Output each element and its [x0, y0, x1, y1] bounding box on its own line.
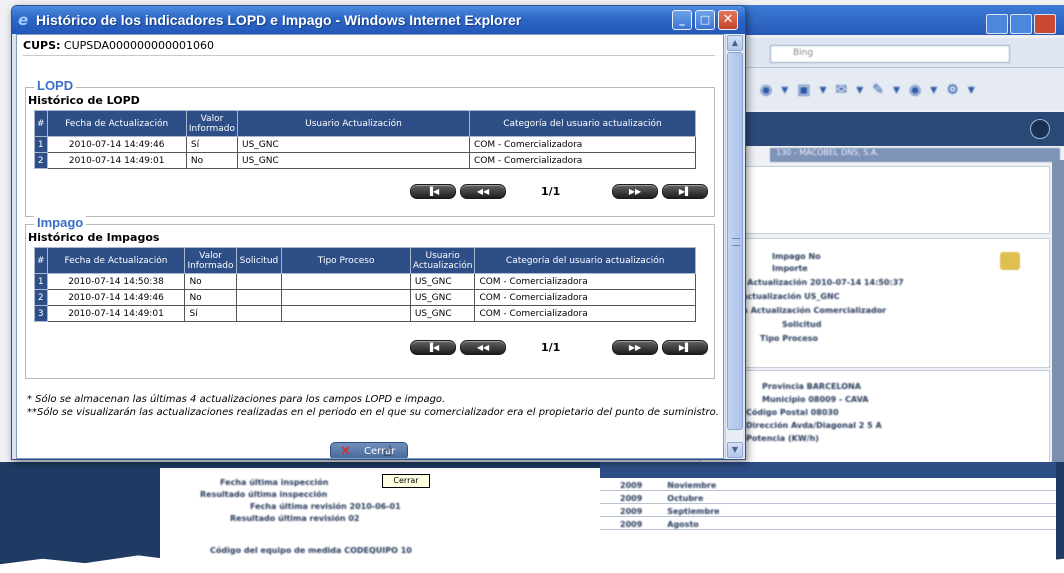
popup-window: e Histórico de los indicadores LOPD e Im…: [11, 5, 746, 460]
bg-label: Dirección Avda/Diagonal 2 5 A: [746, 421, 882, 430]
bg-label: Código del equipo de medida CODEQUIPO 10: [210, 546, 412, 555]
footnote-2: **Sólo se visualizarán las actualizacion…: [27, 407, 719, 418]
internet-explorer-icon: e: [18, 11, 29, 29]
bg-label: Fecha última inspección: [220, 478, 329, 487]
close-x-icon: ✕: [340, 444, 351, 459]
background-consumption-table: 2009 Noviembre 2009 Octubre 2009 Septiembre…: [600, 462, 1056, 573]
impago-table: # Fecha de Actualización Valor Informado…: [34, 247, 696, 322]
lopd-legend: LOPD: [34, 78, 77, 93]
column-header[interactable]: Fecha de Actualización: [46, 247, 186, 274]
page-indicator: 1/1: [541, 341, 561, 354]
column-header[interactable]: Tipo Proceso: [281, 247, 411, 274]
scroll-thumb[interactable]: [727, 52, 743, 430]
bg-label: Potencia (KW/h): [746, 434, 819, 443]
column-header[interactable]: Usuario Actualización: [236, 110, 470, 137]
lopd-section: LOPD Histórico de LOPD # Fecha de Actual…: [25, 78, 716, 217]
background-titlebar: [700, 5, 1064, 35]
bg-label: Código Postal 08030: [746, 408, 839, 417]
bg-label: Resultado última inspección: [200, 490, 328, 499]
bg-label: Tipo Proceso: [760, 334, 818, 343]
bg-maximize-button[interactable]: [1010, 14, 1032, 34]
command-bar-icons[interactable]: ◉▾▣▾✉▾✎▾◉▾⚙▾: [760, 82, 984, 98]
cups-value: CUPSDA000000000001060: [63, 39, 215, 52]
bg-close-button[interactable]: [1034, 14, 1056, 34]
bg-label: Solicitud: [782, 320, 822, 329]
background-panel: [700, 166, 1050, 234]
bing-search-input[interactable]: Bing: [770, 45, 1010, 63]
window-content: CUPS: CUPSDA000000000001060 LOPD Históri…: [16, 34, 724, 459]
bg-label: Municipio 08009 - CAVA: [762, 395, 869, 404]
bg-label: Provincia BARCELONA: [762, 382, 861, 391]
impago-subtitle: Histórico de Impagos: [28, 231, 160, 244]
company-select[interactable]: 130 - MACOBEL DNS, S.A.: [770, 148, 1060, 162]
maximize-button[interactable]: □: [695, 10, 715, 30]
lopd-pager: ▐◀ ◀◀ 1/1 ▶▶ ▶▌: [26, 184, 716, 200]
help-icon[interactable]: [1030, 119, 1050, 139]
cups-label: CUPS:: [23, 39, 61, 52]
column-header[interactable]: Valor Informado: [185, 110, 238, 137]
prev-page-button[interactable]: ◀◀: [460, 340, 506, 355]
last-page-button[interactable]: ▶▌: [662, 340, 708, 355]
window-titlebar[interactable]: e Histórico de los indicadores LOPD e Im…: [12, 6, 745, 34]
column-header[interactable]: Usuario Actualización: [409, 247, 476, 274]
column-header[interactable]: #: [34, 247, 48, 274]
cups-field: CUPS: CUPSDA000000000001060: [23, 39, 214, 52]
hand-cursor-icon: ☝: [383, 442, 393, 460]
column-header[interactable]: Solicitud: [235, 247, 283, 274]
cerrar-tooltip: Cerrar: [382, 474, 430, 488]
impago-legend: Impago: [34, 215, 87, 230]
column-header[interactable]: #: [34, 110, 48, 137]
bg-label: Fecha última revisión 2010-06-01: [250, 502, 401, 511]
column-header[interactable]: Valor Informado: [184, 247, 237, 274]
popup-scrollbar[interactable]: ▲ ▼: [725, 34, 743, 459]
bg-minimize-button[interactable]: [986, 14, 1008, 34]
close-window-button[interactable]: ✕: [718, 10, 738, 30]
background-address-panel: [700, 370, 1050, 465]
lopd-table-header: # Fecha de Actualización Valor Informado…: [34, 110, 697, 137]
first-page-button[interactable]: ▐◀: [410, 340, 456, 355]
divider: [23, 55, 715, 56]
impago-pager: ▐◀ ◀◀ 1/1 ▶▶ ▶▌: [26, 340, 716, 356]
footnote-1: * Sólo se almacenan las últimas 4 actual…: [27, 394, 446, 405]
column-header[interactable]: Categoría del usuario actualización: [474, 247, 696, 274]
prev-page-button[interactable]: ◀◀: [460, 184, 506, 199]
table-row[interactable]: 1 2010-07-14 14:49:46 Sí US_GNC COM - Co…: [34, 136, 697, 153]
background-app-header: [700, 112, 1064, 146]
background-impago-panel: [700, 238, 1050, 368]
bg-label: Importe: [772, 264, 808, 273]
scroll-up-arrow-icon[interactable]: ▲: [727, 35, 743, 51]
folder-icon[interactable]: [1000, 252, 1020, 270]
impago-table-header: # Fecha de Actualización Valor Informado…: [34, 247, 696, 274]
column-header[interactable]: Categoría del usuario actualización: [468, 110, 697, 137]
table-row[interactable]: 3 2010-07-14 14:49:01 Sí US_GNC COM - Co…: [34, 305, 696, 322]
first-page-button[interactable]: ▐◀: [410, 184, 456, 199]
bg-label: Resultado última revisión 02: [230, 514, 360, 523]
last-page-button[interactable]: ▶▌: [662, 184, 708, 199]
table-row[interactable]: 1 2010-07-14 14:50:38 No US_GNC COM - Co…: [34, 273, 696, 290]
background-lower-panel: Fecha última inspección Resultado última…: [160, 468, 600, 573]
impago-section: Impago Histórico de Impagos # Fecha de A…: [25, 215, 716, 379]
table-row[interactable]: 2 2010-07-14 14:49:01 No US_GNC COM - Co…: [34, 152, 697, 169]
window-title: Histórico de los indicadores LOPD e Impa…: [36, 12, 522, 28]
minimize-button[interactable]: _: [672, 10, 692, 30]
table-row[interactable]: 2 2010-07-14 14:49:46 No US_GNC COM - Co…: [34, 289, 696, 306]
next-page-button[interactable]: ▶▶: [612, 340, 658, 355]
lopd-table: # Fecha de Actualización Valor Informado…: [34, 110, 697, 169]
lopd-subtitle: Histórico de LOPD: [28, 94, 140, 107]
page-indicator: 1/1: [541, 185, 561, 198]
column-header[interactable]: Fecha de Actualización: [46, 110, 187, 137]
scroll-down-arrow-icon[interactable]: ▼: [727, 442, 743, 458]
next-page-button[interactable]: ▶▶: [612, 184, 658, 199]
bg-label: Impago No: [772, 252, 821, 261]
